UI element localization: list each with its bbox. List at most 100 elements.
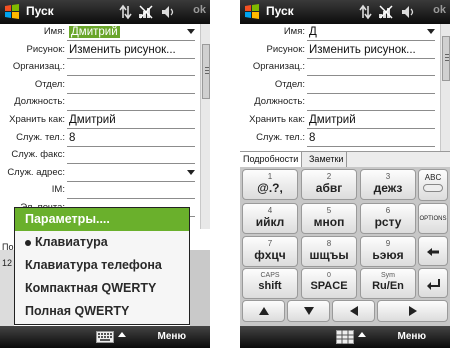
keypad-key[interactable]: Sym Ru/En — [360, 268, 416, 299]
partial-value: 12 — [2, 258, 13, 268]
field-input[interactable] — [307, 59, 435, 77]
field-input[interactable]: Изменить рисунок... — [307, 42, 435, 59]
field-value: Дмитрий — [309, 113, 356, 126]
field-input[interactable]: Дмитрий — [67, 24, 195, 41]
menu-item[interactable]: Полная QWERTY — [15, 300, 189, 323]
form-row: Хранить как: Дмитрий — [240, 112, 440, 130]
enter-icon — [427, 279, 440, 290]
menu-item[interactable]: Клавиатура — [15, 231, 189, 254]
arrow-right-icon — [408, 306, 417, 316]
chevron-up-icon[interactable] — [358, 332, 366, 337]
enter-key[interactable] — [418, 268, 448, 298]
keypad-key[interactable]: CAPS shift — [242, 268, 298, 299]
chevron-up-icon[interactable] — [118, 332, 126, 337]
field-label: Служ. тел.: — [16, 131, 65, 143]
keypad-key[interactable]: 0 SPACE — [301, 268, 357, 299]
key-digit: 1 — [267, 172, 273, 181]
key-digit: 9 — [385, 239, 391, 248]
menu-item[interactable]: Клавиатура телефона — [15, 254, 189, 277]
field-value: Изменить рисунок... — [69, 43, 176, 56]
menu-softkey[interactable]: Меню — [398, 331, 426, 342]
field-input[interactable] — [67, 165, 195, 182]
backspace-key[interactable] — [418, 236, 448, 266]
field-input[interactable]: Д — [307, 24, 435, 41]
arrow-right-key[interactable] — [377, 300, 448, 322]
scrollbar[interactable] — [200, 24, 210, 229]
field-value: Дмитрий — [69, 113, 116, 126]
field-label: Хранить как: — [9, 113, 65, 125]
title-bar: Пуск ok — [240, 0, 450, 24]
field-input[interactable] — [67, 182, 195, 200]
keypad-key[interactable]: 6 рсту — [360, 203, 416, 234]
field-input[interactable] — [307, 94, 435, 112]
key-chars: абвг — [315, 181, 343, 195]
keypad-key[interactable]: 3 дежз — [360, 169, 416, 200]
chevron-down-icon[interactable] — [427, 29, 435, 34]
contact-form: Имя: Д Рисунок: Изменить рисунок... Организа… — [240, 24, 440, 147]
form-row: Служ. факс: — [0, 147, 200, 165]
phone-keypad: ABC OPTIONS 1 @.?, 2 абвг 3 дежз 4 ийкл 5 мноп 6 рс… — [240, 167, 450, 326]
field-input[interactable]: Изменить рисунок... — [67, 42, 195, 59]
field-input[interactable] — [67, 94, 195, 112]
menu-item[interactable]: Компактная QWERTY — [15, 277, 189, 300]
keypad-key[interactable]: 1 @.?, — [242, 169, 298, 200]
key-digit: 7 — [267, 239, 273, 248]
signal-off-icon[interactable] — [378, 4, 394, 20]
keypad-key[interactable]: 7 фхцч — [242, 236, 298, 267]
scrollbar[interactable] — [440, 24, 450, 151]
input-method-menu: Параметры.... Клавиатура Клавиатура телефо… — [14, 207, 190, 325]
form-row: IM: — [0, 182, 200, 200]
app-title: Пуск — [26, 4, 54, 18]
field-input[interactable]: 8 — [307, 130, 435, 147]
field-label: Рисунок: — [266, 43, 305, 55]
field-label: Служ. адрес: — [7, 166, 65, 178]
keypad-key[interactable]: 9 ьэюя — [360, 236, 416, 267]
options-key[interactable]: OPTIONS — [418, 203, 448, 234]
connectivity-icon[interactable] — [358, 4, 372, 20]
field-input[interactable]: Дмитрий — [307, 112, 435, 129]
keypad-grid-icon[interactable] — [336, 330, 354, 344]
chevron-down-icon[interactable] — [187, 29, 195, 34]
field-label: Отдел: — [34, 78, 65, 90]
arrow-left-key[interactable] — [332, 300, 375, 322]
menu-softkey[interactable]: Меню — [158, 331, 186, 342]
field-input[interactable] — [307, 77, 435, 94]
menu-item[interactable]: Параметры.... — [15, 208, 189, 231]
key-digit: 8 — [326, 239, 332, 248]
keypad-key[interactable]: 5 мноп — [301, 203, 357, 234]
field-label: Должность: — [14, 96, 65, 108]
tab-details[interactable]: Подробности — [240, 152, 303, 167]
chevron-down-icon[interactable] — [187, 169, 195, 175]
tab-notes[interactable]: Заметки — [306, 152, 348, 167]
keypad-key[interactable]: 8 шщъы — [301, 236, 357, 267]
arrow-left-icon — [349, 306, 358, 316]
windows-start-icon[interactable] — [243, 3, 261, 21]
connectivity-icon[interactable] — [118, 4, 132, 20]
windows-start-icon[interactable] — [3, 3, 21, 21]
field-input[interactable]: Дмитрий — [67, 112, 195, 129]
ok-button[interactable]: ok — [433, 4, 446, 16]
volume-icon[interactable] — [160, 4, 176, 20]
key-digit: Sym — [381, 272, 395, 279]
volume-icon[interactable] — [400, 4, 416, 20]
ok-button[interactable]: ok — [193, 4, 206, 16]
field-input[interactable] — [67, 147, 195, 165]
key-digit: 4 — [267, 206, 273, 215]
key-chars: SPACE — [310, 280, 348, 292]
form-row: Служ. тел.: 8 — [0, 130, 200, 148]
arrow-up-key[interactable] — [242, 300, 285, 322]
field-value: Д — [309, 26, 317, 38]
abc-mode-key[interactable]: ABC — [418, 169, 448, 201]
arrow-down-key[interactable] — [287, 300, 330, 322]
signal-off-icon[interactable] — [138, 4, 154, 20]
keypad-key[interactable]: 2 абвг — [301, 169, 357, 200]
field-input[interactable] — [67, 59, 195, 77]
field-input[interactable] — [67, 77, 195, 94]
field-label: Организац.: — [252, 61, 305, 73]
keyboard-icon[interactable] — [96, 331, 114, 343]
scroll-thumb[interactable] — [442, 36, 450, 81]
form-row: Организац.: — [240, 59, 440, 77]
field-input[interactable]: 8 — [67, 130, 195, 147]
scroll-thumb[interactable] — [202, 44, 210, 99]
keypad-key[interactable]: 4 ийкл — [242, 203, 298, 234]
